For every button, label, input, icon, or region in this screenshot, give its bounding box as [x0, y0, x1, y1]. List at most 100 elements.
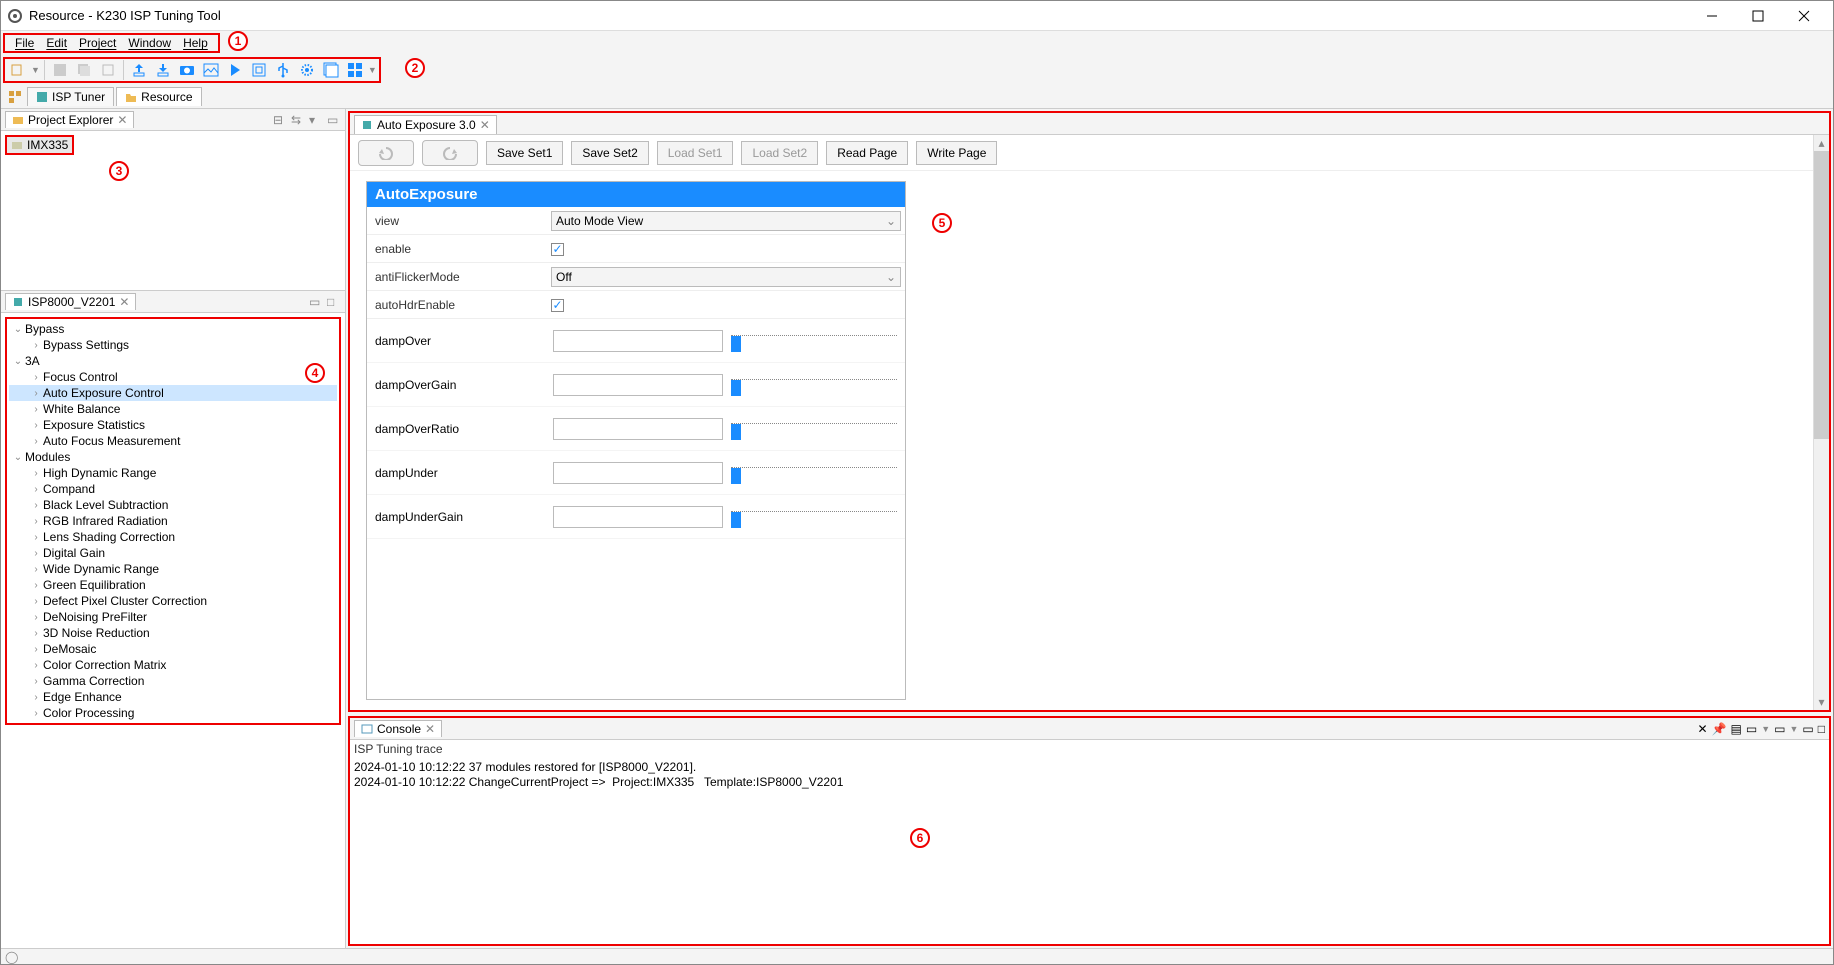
slider-dampover[interactable] — [731, 330, 897, 352]
slider-dampundergain[interactable] — [731, 506, 897, 528]
load-set1-button[interactable]: Load Set1 — [657, 141, 734, 165]
upload-icon[interactable] — [128, 59, 150, 81]
tree-exposure-statistics[interactable]: ›Exposure Statistics — [9, 417, 337, 433]
project-explorer-tab[interactable]: Project Explorer ✕ — [5, 111, 134, 128]
close-tab-icon[interactable]: ✕ — [117, 113, 127, 127]
tree-modules[interactable]: ⌄Modules — [9, 449, 337, 465]
tree-bypass[interactable]: ⌄Bypass — [9, 321, 337, 337]
project-item-imx335[interactable]: IMX335 — [5, 135, 74, 155]
input-dampunder[interactable] — [553, 462, 723, 484]
camera-icon[interactable] — [176, 59, 198, 81]
maximize-view-icon[interactable]: □ — [1818, 722, 1825, 736]
tree-black-level[interactable]: ›Black Level Subtraction — [9, 497, 337, 513]
perspective-resource[interactable]: Resource — [116, 87, 201, 106]
tree-edge-enhance[interactable]: ›Edge Enhance — [9, 689, 337, 705]
copy-icon[interactable] — [97, 59, 119, 81]
console-trace-title: ISP Tuning trace — [350, 740, 1829, 758]
checkbox-autohdr[interactable]: ✓ — [551, 299, 564, 312]
download-icon[interactable] — [152, 59, 174, 81]
link-icon[interactable]: ⇆ — [291, 113, 305, 127]
console-display-icon[interactable]: ▭ — [1746, 722, 1757, 736]
save-set1-button[interactable]: Save Set1 — [486, 141, 563, 165]
saveall-icon[interactable] — [73, 59, 95, 81]
tree-focus-control[interactable]: ›Focus Control — [9, 369, 337, 385]
undo-button[interactable] — [358, 140, 414, 166]
maximize-button[interactable] — [1735, 1, 1781, 31]
tree-wide-dr[interactable]: ›Wide Dynamic Range — [9, 561, 337, 577]
slider-dampovergain[interactable] — [731, 374, 897, 396]
save-set2-button[interactable]: Save Set2 — [571, 141, 648, 165]
tree-compand[interactable]: ›Compand — [9, 481, 337, 497]
minimize-view-icon[interactable]: ▭ — [309, 295, 323, 309]
console-open-icon[interactable]: ▤ — [1731, 722, 1742, 736]
console-content[interactable]: 2024-01-10 10:12:22 37 modules restored … — [350, 758, 1829, 944]
tree-denoising[interactable]: ›DeNoising PreFilter — [9, 609, 337, 625]
window-icon[interactable] — [320, 59, 342, 81]
input-dampover[interactable] — [553, 330, 723, 352]
console-new-icon[interactable]: ▭ — [1774, 722, 1785, 736]
write-page-button[interactable]: Write Page — [916, 141, 997, 165]
tree-lens-shading[interactable]: ›Lens Shading Correction — [9, 529, 337, 545]
isp-panel-tab[interactable]: ISP8000_V2201 ✕ — [5, 293, 136, 310]
view-menu-icon[interactable]: ▾ — [309, 113, 323, 127]
close-button[interactable] — [1781, 1, 1827, 31]
close-tab-icon[interactable]: ✕ — [119, 295, 129, 309]
perspective-open-icon[interactable] — [5, 87, 25, 107]
input-dampoverratio[interactable] — [553, 418, 723, 440]
maximize-view-icon[interactable]: □ — [327, 295, 341, 309]
select-antiflicker[interactable]: Off⌄ — [551, 267, 901, 287]
tree-white-balance[interactable]: ›White Balance — [9, 401, 337, 417]
slider-dampunder[interactable] — [731, 462, 897, 484]
input-dampundergain[interactable] — [553, 506, 723, 528]
console-tab[interactable]: Console ✕ — [354, 720, 442, 737]
tree-ccm[interactable]: ›Color Correction Matrix — [9, 657, 337, 673]
menu-help[interactable]: Help — [177, 35, 214, 51]
gear-icon[interactable] — [296, 59, 318, 81]
scroll-up-icon[interactable]: ▴ — [1814, 135, 1829, 151]
crop-icon[interactable] — [248, 59, 270, 81]
console-clear-icon[interactable]: ✕ — [1698, 722, 1708, 736]
menu-edit[interactable]: Edit — [40, 35, 73, 51]
grid-icon[interactable] — [344, 59, 366, 81]
minimize-view-icon[interactable]: ▭ — [1802, 722, 1813, 736]
input-dampovergain[interactable] — [553, 374, 723, 396]
menu-window[interactable]: Window — [122, 35, 177, 51]
console-pin-icon[interactable]: 📌 — [1712, 722, 1727, 736]
collapse-icon[interactable]: ⊟ — [273, 113, 287, 127]
load-set2-button[interactable]: Load Set2 — [741, 141, 818, 165]
tree-color-processing[interactable]: ›Color Processing — [9, 705, 337, 721]
label-dampoverratio: dampOverRatio — [375, 422, 545, 436]
scroll-down-icon[interactable]: ▾ — [1814, 694, 1829, 710]
tree-digital-gain[interactable]: ›Digital Gain — [9, 545, 337, 561]
tree-3d-noise[interactable]: ›3D Noise Reduction — [9, 625, 337, 641]
tree-defect-pixel[interactable]: ›Defect Pixel Cluster Correction — [9, 593, 337, 609]
save-icon[interactable] — [49, 59, 71, 81]
editor-tab-auto-exposure[interactable]: Auto Exposure 3.0 ✕ — [354, 115, 497, 134]
tree-auto-exposure-control[interactable]: ›Auto Exposure Control — [9, 385, 337, 401]
new-dropdown-icon[interactable] — [7, 59, 29, 81]
select-view[interactable]: Auto Mode View⌄ — [551, 211, 901, 231]
tree-gamma[interactable]: ›Gamma Correction — [9, 673, 337, 689]
vertical-scrollbar[interactable]: ▴ ▾ — [1813, 135, 1829, 710]
perspective-isp-tuner[interactable]: ISP Tuner — [27, 87, 114, 106]
checkbox-enable[interactable]: ✓ — [551, 243, 564, 256]
read-page-button[interactable]: Read Page — [826, 141, 908, 165]
close-tab-icon[interactable]: ✕ — [425, 722, 435, 736]
menu-project[interactable]: Project — [73, 35, 122, 51]
tree-3a[interactable]: ⌄3A — [9, 353, 337, 369]
tree-rgb-ir[interactable]: ›RGB Infrared Radiation — [9, 513, 337, 529]
minimize-view-icon[interactable]: ▭ — [327, 113, 341, 127]
tree-green-eq[interactable]: ›Green Equilibration — [9, 577, 337, 593]
close-tab-icon[interactable]: ✕ — [480, 118, 490, 132]
tree-hdr[interactable]: ›High Dynamic Range — [9, 465, 337, 481]
redo-button[interactable] — [422, 140, 478, 166]
tree-bypass-settings[interactable]: ›Bypass Settings — [9, 337, 337, 353]
image-icon[interactable] — [200, 59, 222, 81]
slider-dampoverratio[interactable] — [731, 418, 897, 440]
play-icon[interactable] — [224, 59, 246, 81]
menu-file[interactable]: File — [9, 35, 40, 51]
minimize-button[interactable] — [1689, 1, 1735, 31]
usb-icon[interactable] — [272, 59, 294, 81]
tree-auto-focus-measurement[interactable]: ›Auto Focus Measurement — [9, 433, 337, 449]
tree-demosaic[interactable]: ›DeMosaic — [9, 641, 337, 657]
